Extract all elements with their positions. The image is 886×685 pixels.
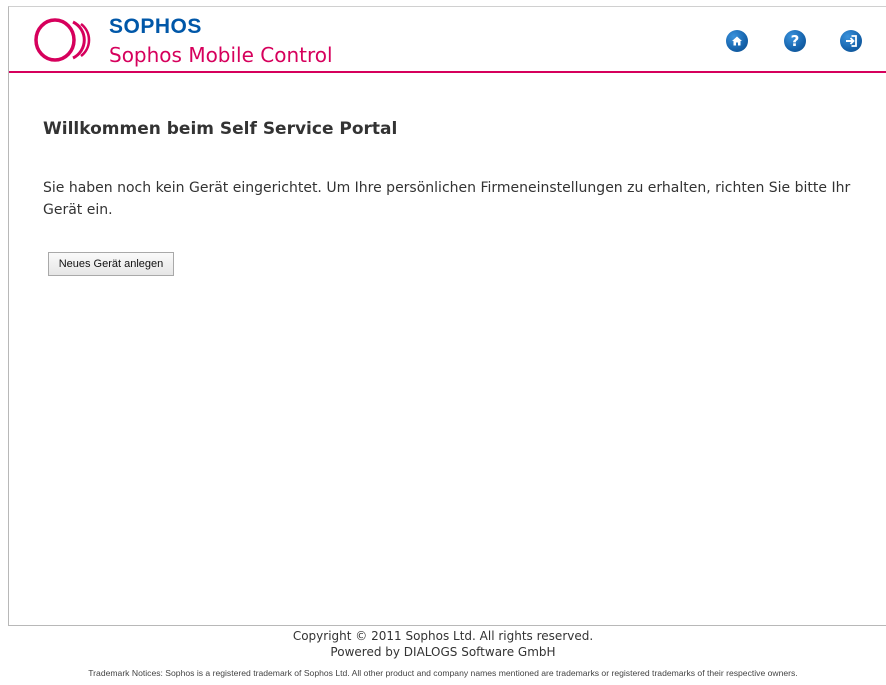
home-glyph <box>732 36 742 46</box>
help-glyph: ? <box>790 31 800 50</box>
portal-frame: SOPHOS Sophos Mobile Control ? Willkomme… <box>8 6 886 625</box>
powered-by-text: Powered by DIALOGS Software GmbH <box>330 645 556 659</box>
footer-divider <box>8 625 886 626</box>
page-title: Willkommen beim Self Service Portal <box>43 119 398 139</box>
logout-glyph <box>846 35 857 47</box>
trademark-notice: Trademark Notices: Sophos is a registere… <box>88 668 798 678</box>
home-icon[interactable] <box>726 30 748 52</box>
no-device-message: Sie haben noch kein Gerät eingerichtet. … <box>43 180 851 218</box>
logout-icon[interactable] <box>840 30 862 52</box>
copyright-text: Copyright © 2011 Sophos Ltd. All rights … <box>292 629 594 643</box>
product-name: Sophos Mobile Control <box>109 43 333 67</box>
help-icon[interactable]: ? <box>784 30 806 52</box>
footer-copyright: Copyright © 2011 Sophos Ltd. All rights … <box>0 628 886 660</box>
sophos-logo-icon <box>34 18 91 62</box>
new-device-button[interactable]: Neues Gerät anlegen <box>48 252 174 276</box>
header: SOPHOS Sophos Mobile Control ? <box>9 7 886 73</box>
brand-name: SOPHOS <box>109 15 202 38</box>
